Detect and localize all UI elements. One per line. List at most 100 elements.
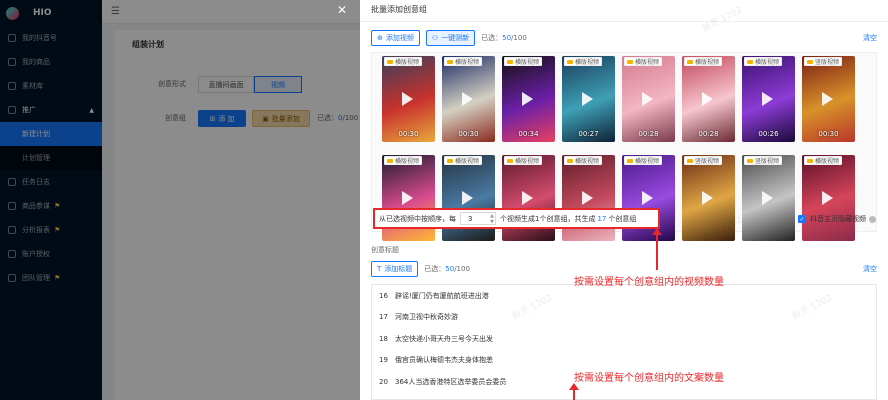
clear-videos-link[interactable]: 清空 — [863, 33, 877, 43]
annotation-video-count: 按需设置每个创意组内的视频数量 — [574, 277, 724, 288]
video-type-tag: 横版视频 — [624, 57, 663, 66]
video-thumbnail[interactable]: 横版视频 00:28 — [682, 56, 735, 142]
group-count: 17 — [597, 214, 607, 223]
arrow-up-icon — [569, 383, 579, 390]
close-icon[interactable]: ✕ — [337, 3, 347, 17]
title-text: 俄官员确认梅德韦杰夫身体抱恙 — [395, 356, 493, 365]
video-type-tag: 横版视频 — [384, 57, 423, 66]
play-icon[interactable] — [522, 191, 533, 205]
video-toolbar: ⊕ 添加视频 ⚇ 一键测新 已选：50/100 清空 — [371, 30, 877, 46]
folder-icon — [807, 158, 813, 163]
one-click-test-button[interactable]: ⚇ 一键测新 — [425, 30, 476, 46]
video-type-tag: 横版视频 — [504, 57, 543, 66]
folder-icon — [747, 59, 753, 64]
video-thumbnail[interactable]: 横版视频 00:26 — [742, 56, 795, 142]
folder-icon — [627, 59, 633, 64]
play-icon[interactable] — [702, 92, 713, 106]
video-duration: 00:28 — [638, 130, 659, 138]
title-index: 16 — [379, 291, 388, 300]
title-index: 20 — [379, 377, 388, 386]
user-test-icon: ⚇ — [431, 34, 439, 42]
title-selected-count: 已选：50/100 — [424, 265, 470, 273]
folder-icon — [807, 59, 813, 64]
play-icon[interactable] — [582, 92, 593, 106]
folder-icon — [447, 59, 453, 64]
folder-icon — [627, 158, 633, 163]
video-type-tag: 横版视频 — [744, 57, 783, 66]
play-icon[interactable] — [402, 92, 413, 106]
title-list-item[interactable]: 19 俄官员确认梅德韦杰夫身体抱恙 — [372, 350, 876, 372]
folder-icon — [387, 59, 393, 64]
play-icon[interactable] — [462, 191, 473, 205]
video-type-tag: 横版视频 — [624, 156, 663, 165]
video-type-tag: 竖版视频 — [744, 156, 783, 165]
video-thumbnail[interactable]: 横版视频 00:34 — [502, 56, 555, 142]
video-type-tag: 横版视频 — [564, 57, 603, 66]
title-index: 19 — [379, 356, 388, 365]
videos-per-group-input[interactable]: 3 ▲ ▼ — [460, 212, 496, 225]
title-index: 17 — [379, 313, 388, 322]
annotation-arrow — [656, 232, 658, 270]
title-text: 辟谣!厦门仍有厦航航班进出港 — [395, 291, 489, 300]
video-type-tag: 横版视频 — [444, 156, 483, 165]
play-icon[interactable] — [462, 92, 473, 106]
video-type-tag: 横版视频 — [444, 57, 483, 66]
title-text: 太空快递小哥天舟三号今天出发 — [395, 334, 493, 343]
title-text: 河南卫视中秋奇妙游 — [395, 313, 458, 322]
title-index: 18 — [379, 334, 388, 343]
video-thumbnail[interactable]: 横版视频 00:30 — [442, 56, 495, 142]
folder-icon — [687, 158, 693, 163]
clear-titles-link[interactable]: 清空 — [863, 264, 877, 274]
creative-title-section-label: 创意标题 — [371, 246, 399, 254]
folder-icon — [567, 59, 573, 64]
video-thumbnail[interactable]: 横版视频 — [802, 155, 855, 241]
title-list-item[interactable]: 18 太空快递小哥天舟三号今天出发 — [372, 328, 876, 350]
video-thumbnail[interactable]: 横版视频 00:28 — [622, 56, 675, 142]
video-type-tag: 竖版视频 — [804, 57, 843, 66]
text-icon: T — [377, 265, 382, 273]
stepper-icon[interactable]: ▲ ▼ — [490, 213, 494, 225]
drawer-title: 批量添加创意组 — [371, 5, 427, 14]
video-duration: 00:27 — [578, 130, 599, 138]
add-video-button[interactable]: ⊕ 添加视频 — [371, 30, 420, 46]
play-icon[interactable] — [642, 92, 653, 106]
play-icon[interactable] — [762, 92, 773, 106]
folder-icon — [507, 158, 513, 163]
title-text: 364人当选香港特区选举委员会委员 — [395, 377, 507, 386]
arrow-up-icon — [652, 228, 662, 235]
play-icon[interactable] — [762, 191, 773, 205]
folder-icon — [447, 158, 453, 163]
batch-add-drawer: 批量添加创意组 ⊕ 添加视频 ⚇ 一键测新 已选：50/100 清空 横版视频 00:… — [360, 0, 888, 400]
hide-on-profile-option[interactable]: ✓ 抖音主页隐藏视频 — [798, 214, 876, 224]
order-setting: 从已选视频中按顺序，每 3 ▲ ▼ 个视频生成1个创意组，共生成 17 个创意组 — [373, 208, 660, 229]
title-list-item[interactable]: 16 辟谣!厦门仍有厦航航班进出港 — [372, 285, 876, 307]
video-type-tag: 横版视频 — [684, 57, 723, 66]
video-selected-count: 已选：50/100 — [481, 34, 527, 42]
plus-circle-icon: ⊕ — [377, 34, 383, 42]
video-type-tag: 横版视频 — [804, 156, 843, 165]
checkbox-checked-icon[interactable]: ✓ — [798, 215, 806, 223]
play-icon[interactable] — [822, 191, 833, 205]
play-icon[interactable] — [642, 191, 653, 205]
video-grid: 横版视频 00:30 横版视频 00:30 横版视频 00:34 横版视频 00:27 横版视频… — [371, 52, 877, 241]
folder-icon — [387, 158, 393, 163]
play-icon[interactable] — [522, 92, 533, 106]
modal-mask[interactable] — [0, 0, 360, 400]
add-title-button[interactable]: T 添加标题 — [371, 261, 419, 277]
video-duration: 00:30 — [818, 130, 839, 138]
folder-icon — [567, 158, 573, 163]
play-icon[interactable] — [822, 92, 833, 106]
video-thumbnail[interactable]: 横版视频 00:27 — [562, 56, 615, 142]
folder-icon — [507, 59, 513, 64]
play-icon[interactable] — [582, 191, 593, 205]
folder-icon — [747, 158, 753, 163]
video-thumbnail[interactable]: 竖版视频 00:30 — [802, 56, 855, 142]
play-icon[interactable] — [402, 191, 413, 205]
help-icon[interactable] — [869, 215, 876, 223]
video-thumbnail[interactable]: 竖版视频 — [742, 155, 795, 241]
video-duration: 00:30 — [398, 130, 419, 138]
play-icon[interactable] — [702, 191, 713, 205]
video-duration: 00:34 — [518, 130, 539, 138]
video-thumbnail[interactable]: 横版视频 00:30 — [382, 56, 435, 142]
video-duration: 00:26 — [758, 130, 779, 138]
